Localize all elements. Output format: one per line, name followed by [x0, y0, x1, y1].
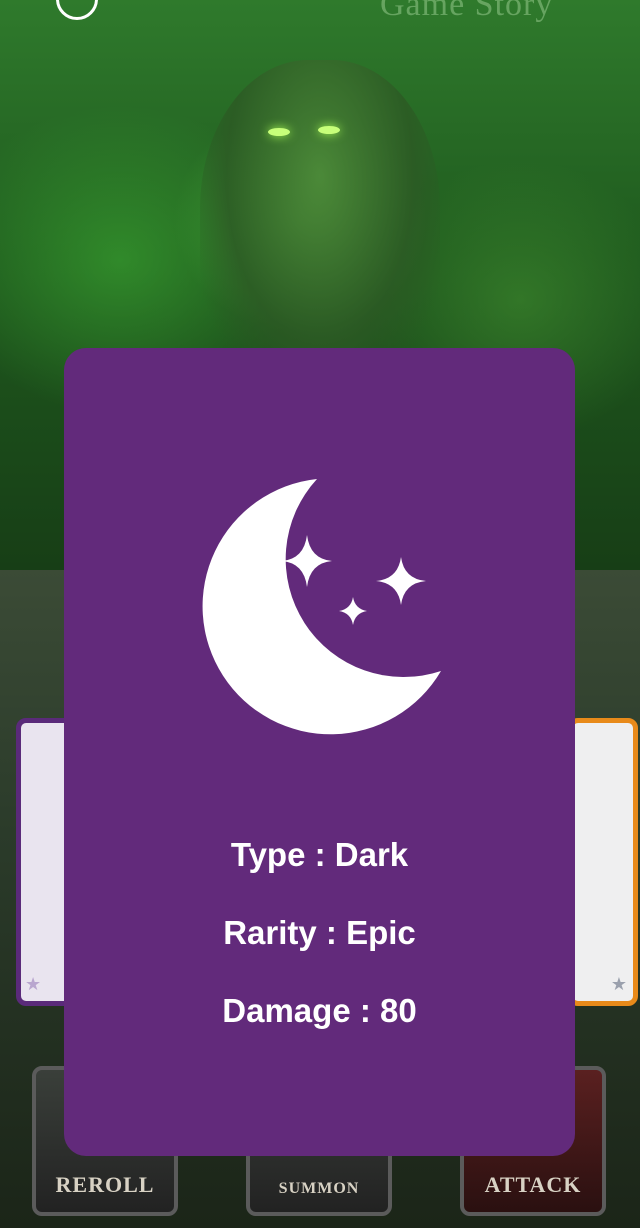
game-story-title[interactable]: Game Story — [380, 0, 553, 24]
castle-icon[interactable] — [56, 0, 98, 20]
card-damage: Damage : 80 — [222, 992, 417, 1029]
moon-stars-icon — [202, 479, 441, 735]
card-type: Type : Dark — [230, 836, 409, 873]
card-rarity: Rarity : Epic — [223, 914, 416, 951]
monster-eye — [318, 126, 340, 134]
forest-monster-image — [200, 60, 440, 390]
hand-card-right[interactable]: ★ — [568, 718, 638, 1006]
star-icon: ★ — [610, 974, 627, 994]
star-icon: ★ — [25, 974, 42, 994]
monster-eye — [268, 128, 290, 136]
card-detail-popup[interactable]: Type : Dark Rarity : Epic Damage : 80 — [64, 348, 575, 1156]
